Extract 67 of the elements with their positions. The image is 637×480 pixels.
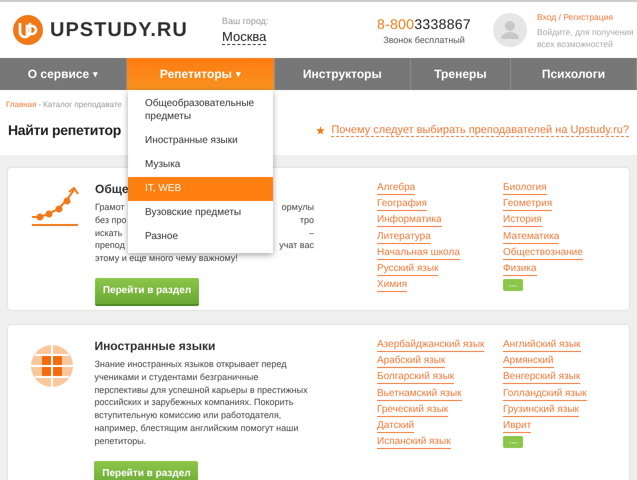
phone-note: Звонок бесплатный	[383, 34, 465, 44]
description-text: этому и еще много чему важному!	[95, 252, 238, 265]
page-heading: Найти репетитор	[8, 122, 122, 138]
subject-link[interactable]: География	[377, 196, 427, 212]
description-text: Грамот	[95, 201, 124, 214]
site-logo-text[interactable]: UPSTUDY.RU	[50, 18, 188, 42]
subject-link[interactable]: Венгерский язык	[503, 369, 580, 384]
breadcrumb-current: Каталог преподавате	[43, 100, 122, 109]
subject-link[interactable]: Литература	[377, 228, 431, 244]
caret-icon: ▾	[236, 69, 241, 79]
menu-item[interactable]: Разное	[128, 225, 273, 249]
subject-link[interactable]: Арабский язык	[377, 353, 446, 368]
category-title: Обще	[95, 182, 129, 196]
description-text: учат вас	[279, 239, 314, 252]
subject-link[interactable]: Греческий язык	[377, 402, 448, 417]
menu-item[interactable]: IT, WEB	[128, 177, 273, 201]
star-icon	[316, 126, 326, 134]
city-label: Ваш город:	[222, 16, 268, 26]
phone-number: 8-8003338867	[377, 16, 471, 32]
subject-link[interactable]: Азербайджанский язык	[377, 337, 484, 352]
subject-link[interactable]: Датский	[377, 418, 414, 433]
go-to-section-button[interactable]: Перейти в раздел	[95, 278, 199, 304]
description-text: –	[308, 226, 314, 240]
subject-link[interactable]: Русский язык	[377, 260, 438, 276]
more-button[interactable]: ---	[503, 279, 523, 292]
subject-link[interactable]: Английский язык	[503, 337, 581, 352]
menu-item[interactable]: Общеобразовательные предметы	[128, 92, 273, 129]
description-text: ормулы	[282, 201, 314, 214]
subject-link[interactable]: Информатика	[377, 212, 442, 228]
subject-link[interactable]: Алгебра	[377, 180, 416, 195]
login-note: Войдите, для получения всех возможностей	[537, 26, 634, 48]
nav-tab[interactable]: Репетиторы ▾	[127, 58, 275, 90]
subject-link[interactable]: Начальная школа	[377, 244, 460, 260]
menu-item[interactable]: Музыка	[128, 153, 273, 177]
description-text: искать	[95, 226, 122, 240]
subject-link[interactable]: Обществознание	[503, 244, 583, 260]
description-text: без про	[95, 214, 126, 227]
subject-link[interactable]: Грузинский язык	[503, 402, 579, 417]
city-selector[interactable]: Москва	[222, 28, 266, 44]
go-to-section-button[interactable]: Перейти в раздел	[94, 460, 198, 480]
subject-link[interactable]: Геометрия	[503, 196, 552, 212]
subject-link[interactable]: Физика	[503, 260, 537, 276]
subject-link[interactable]: Болгарский язык	[377, 369, 454, 384]
globe-icon	[30, 344, 74, 388]
subject-link[interactable]: Голландский язык	[503, 386, 587, 401]
why-link[interactable]: Почему следует выбирать преподавателей на Upstudy.ru?	[331, 124, 629, 136]
avatar-icon	[493, 13, 527, 47]
subject-link[interactable]: Испанский язык	[377, 434, 451, 450]
subject-link[interactable]: Математика	[503, 228, 560, 244]
description-text: тро	[300, 214, 314, 227]
description-text: препод	[95, 239, 125, 252]
subject-link[interactable]: Армянский	[503, 353, 554, 368]
category-title: Иностранные языки	[94, 339, 216, 353]
subject-link[interactable]: Иврит	[503, 418, 532, 433]
more-button[interactable]: ---	[503, 436, 523, 448]
subject-link[interactable]: Химия	[377, 277, 408, 292]
menu-item[interactable]: Вузовские предметы	[128, 201, 273, 225]
subject-link[interactable]: История	[503, 212, 542, 228]
menu-item[interactable]: Иностранные языки	[128, 129, 273, 153]
caret-icon: ▾	[93, 69, 98, 79]
subject-link[interactable]: Вьетнамский язык	[377, 386, 462, 401]
login-link[interactable]: Вход / Регистрация	[537, 10, 637, 22]
category-description: Знание иностранных языков открывает перед учениками и студентами безграничные перспективы для успешной карьеры в престижных российских и зарубежных компаниях. Покорить вступительную комиссию или работодателя, например, блестящим английским помогут наши репетиторы.	[94, 358, 309, 448]
breadcrumb-separator: -	[38, 100, 42, 109]
logo-icon[interactable]	[13, 15, 43, 45]
breadcrumb-link[interactable]: Главная	[6, 100, 36, 109]
subject-link[interactable]: Биология	[503, 180, 547, 195]
